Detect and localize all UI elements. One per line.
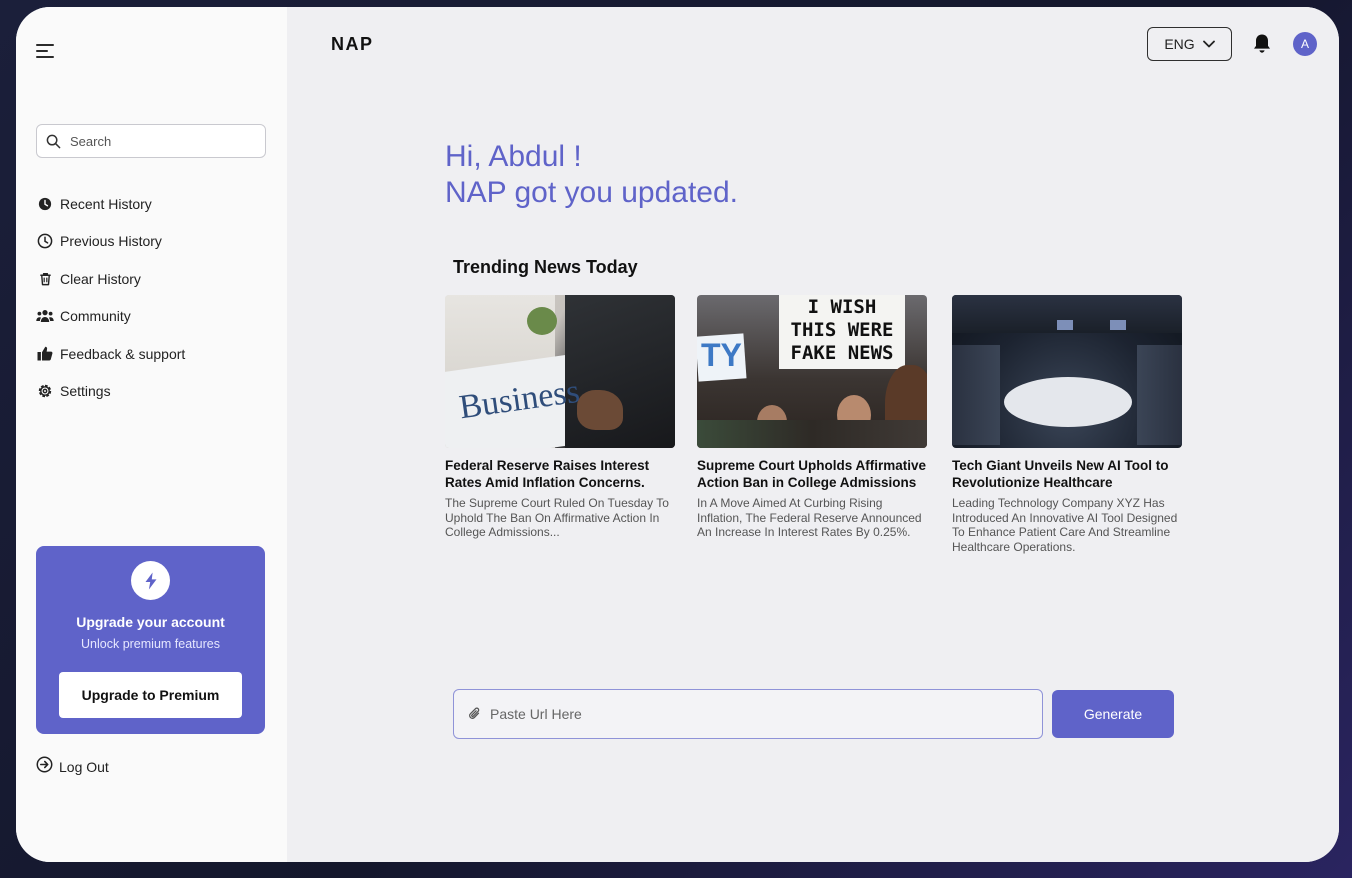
sidebar-item-clear-history[interactable]: Clear History xyxy=(36,260,268,298)
news-image-conference xyxy=(952,295,1182,448)
app-window: Recent History Previous History Clear Hi… xyxy=(16,7,1339,862)
trending-title: Trending News Today xyxy=(453,257,638,277)
news-description: In A Move Aimed At Curbing Rising Inflat… xyxy=(697,496,922,540)
sidebar-item-label: Clear History xyxy=(60,270,141,287)
greeting: Hi, Abdul ! NAP got you updated. xyxy=(445,139,738,211)
search-icon xyxy=(46,134,61,148)
logout-icon xyxy=(36,756,53,778)
upgrade-subtitle: Unlock premium features xyxy=(81,637,220,651)
sidebar: Recent History Previous History Clear Hi… xyxy=(16,7,287,862)
url-input[interactable] xyxy=(490,706,1010,722)
news-card[interactable]: Tech Giant Unveils New AI Tool to Revolu… xyxy=(952,295,1182,554)
main-content: NAP ENG A Hi, Abdul ! NAP got you update… xyxy=(287,7,1339,862)
greeting-line-2: NAP got you updated. xyxy=(445,176,738,209)
chevron-down-icon xyxy=(1202,40,1215,48)
sidebar-item-label: Feedback & support xyxy=(60,345,186,362)
trash-icon xyxy=(36,270,54,288)
bell-icon[interactable] xyxy=(1252,33,1272,55)
sidebar-item-recent-history[interactable]: Recent History xyxy=(36,185,268,223)
news-headline: Supreme Court Upholds Affirmative Action… xyxy=(697,458,927,490)
thumbs-up-icon xyxy=(36,345,54,363)
sign-text: I WISH THIS WERE FAKE NEWS xyxy=(790,296,894,364)
paperclip-icon xyxy=(469,707,480,719)
clock-outline-icon xyxy=(36,232,54,250)
logout-label: Log Out xyxy=(59,759,109,775)
clock-filled-icon xyxy=(36,195,54,213)
url-input-box xyxy=(453,689,1043,739)
upgrade-title: Upgrade your account xyxy=(76,614,225,630)
news-headline: Tech Giant Unveils New AI Tool to Revolu… xyxy=(952,458,1169,490)
sidebar-item-label: Community xyxy=(60,308,131,325)
hamburger-menu-icon[interactable] xyxy=(36,42,56,60)
language-selector[interactable]: ENG xyxy=(1147,27,1232,61)
upgrade-card: Upgrade your account Unlock premium feat… xyxy=(36,546,265,734)
greeting-line-1: Hi, Abdul ! xyxy=(445,140,582,173)
news-description: The Supreme Court Ruled On Tuesday To Up… xyxy=(445,496,669,540)
search-box xyxy=(36,124,266,158)
search-input[interactable] xyxy=(70,133,250,149)
gear-icon xyxy=(36,382,54,400)
sidebar-nav: Recent History Previous History Clear Hi… xyxy=(36,185,268,410)
logout-button[interactable]: Log Out xyxy=(36,756,109,778)
generate-button[interactable]: Generate xyxy=(1052,690,1174,738)
sidebar-item-label: Settings xyxy=(60,383,111,400)
news-card[interactable]: TY I WISH THIS WERE FAKE NEWS Supreme Co… xyxy=(697,295,927,540)
lightning-icon xyxy=(131,561,170,600)
avatar[interactable]: A xyxy=(1293,32,1317,56)
sidebar-item-previous-history[interactable]: Previous History xyxy=(36,223,268,261)
news-description: Leading Technology Company XYZ Has Intro… xyxy=(952,496,1178,554)
sidebar-item-label: Recent History xyxy=(60,195,152,212)
sidebar-item-settings[interactable]: Settings xyxy=(36,373,268,411)
sidebar-item-label: Previous History xyxy=(60,233,162,250)
language-value: ENG xyxy=(1164,36,1195,52)
sign-left-text: TY xyxy=(701,337,742,373)
sidebar-item-feedback-support[interactable]: Feedback & support xyxy=(36,335,268,373)
news-image-business: Business xyxy=(445,295,675,448)
news-image-protest: TY I WISH THIS WERE FAKE NEWS xyxy=(697,295,927,448)
sidebar-item-community[interactable]: Community xyxy=(36,298,268,336)
upgrade-to-premium-button[interactable]: Upgrade to Premium xyxy=(59,672,242,718)
news-headline: Federal Reserve Raises Interest Rates Am… xyxy=(445,458,650,490)
news-card[interactable]: Business Federal Reserve Raises Interest… xyxy=(445,295,675,540)
app-logo: NAP xyxy=(331,34,374,54)
users-icon xyxy=(36,307,54,325)
